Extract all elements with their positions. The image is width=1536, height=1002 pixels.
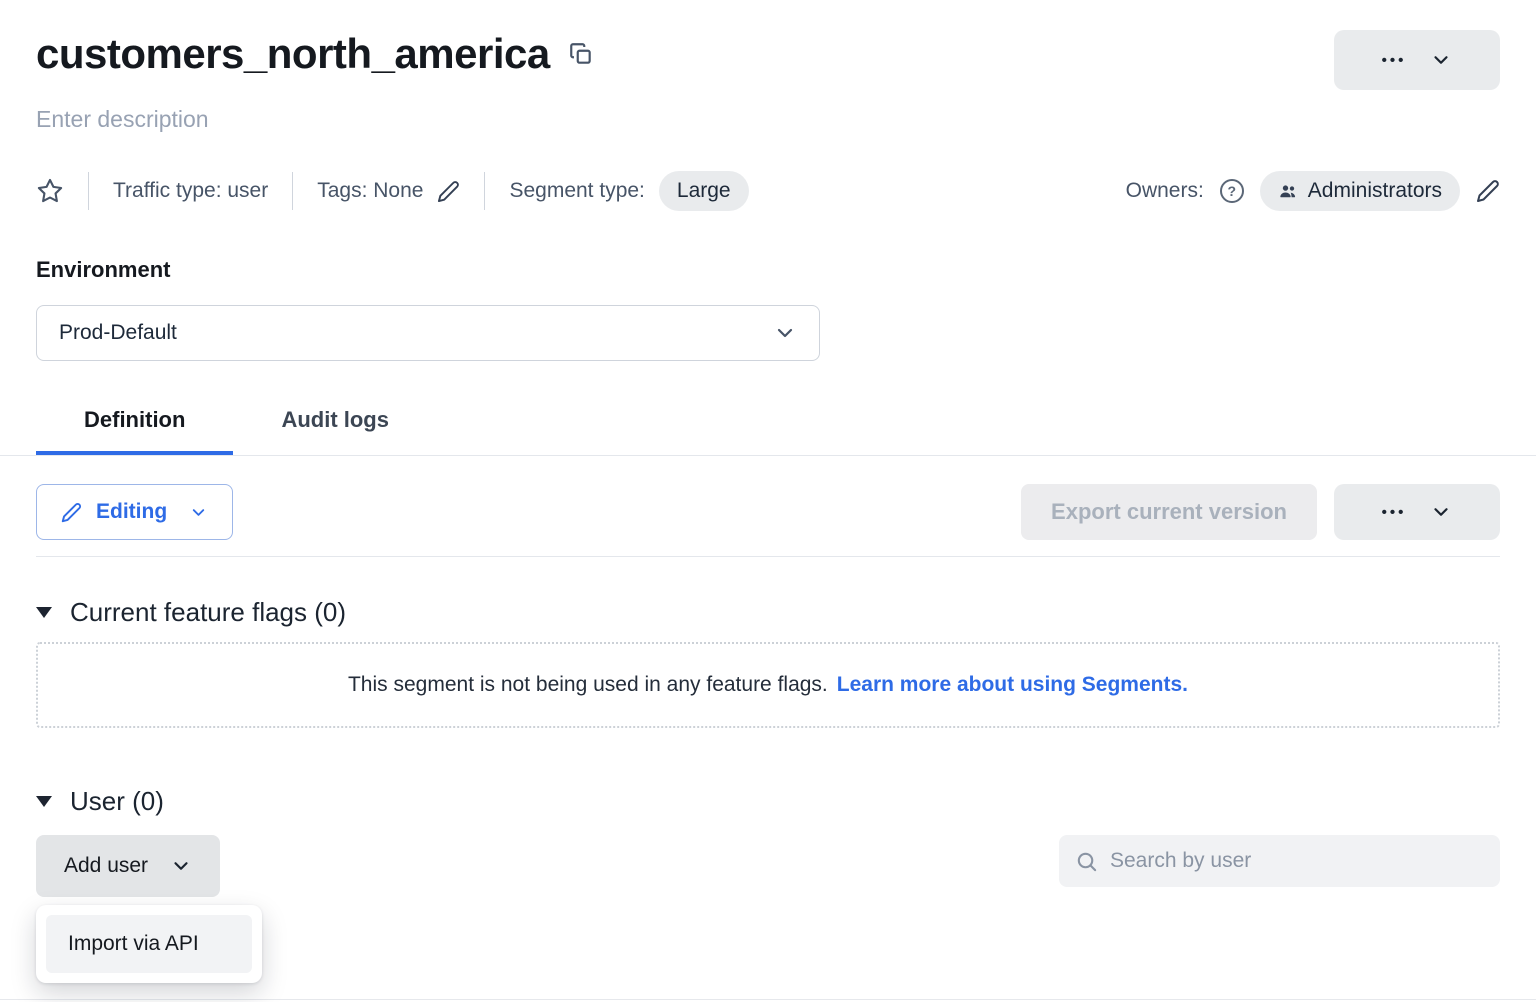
chevron-down-icon: [170, 855, 192, 877]
tags-label: Tags: None: [317, 179, 423, 203]
owners-badge[interactable]: Administrators: [1260, 171, 1460, 211]
meta-row: Traffic type: user Tags: None Segment ty…: [36, 169, 1500, 213]
divider: [484, 172, 485, 210]
search-by-user-input[interactable]: [1110, 849, 1484, 873]
toolbar-right: Export current version •••: [1021, 484, 1500, 540]
user-heading: User (0): [70, 786, 164, 817]
chevron-down-icon: [1430, 501, 1452, 523]
owners-group: Owners: ? Administrators: [1126, 171, 1500, 211]
page-title: customers_north_america: [36, 30, 550, 78]
page-header: customers_north_america •••: [36, 30, 1500, 90]
feature-flags-empty-state: This segment is not being used in any fe…: [36, 642, 1500, 728]
copy-icon[interactable]: [568, 41, 594, 67]
chevron-down-icon: [773, 321, 797, 345]
add-user-label: Add user: [64, 854, 148, 878]
help-icon[interactable]: ?: [1220, 179, 1244, 203]
bottom-divider: [0, 999, 1536, 1000]
owners-value: Administrators: [1308, 179, 1442, 203]
divider: [88, 172, 89, 210]
segment-page: customers_north_america ••• Enter descri…: [0, 0, 1536, 1002]
pencil-icon: [61, 502, 82, 523]
edit-owners-pencil-icon[interactable]: [1476, 179, 1500, 203]
segment-type: Segment type: Large: [509, 171, 748, 211]
description-placeholder[interactable]: Enter description: [36, 106, 1500, 133]
learn-more-link[interactable]: Learn more about using Segments.: [837, 673, 1188, 697]
chevron-down-icon: [1430, 49, 1452, 71]
segment-type-badge: Large: [659, 171, 749, 211]
definition-toolbar: Editing Export current version •••: [36, 484, 1500, 540]
ellipsis-icon: •••: [1382, 504, 1407, 521]
feature-flags-section-toggle[interactable]: Current feature flags (0): [36, 597, 1500, 628]
caret-down-icon: [36, 607, 52, 618]
search-icon: [1075, 850, 1098, 873]
add-user-wrap: Add user Import via API: [36, 835, 220, 897]
add-user-dropdown-menu: Import via API: [36, 905, 262, 983]
traffic-type: Traffic type: user: [113, 179, 268, 203]
user-section-toggle[interactable]: User (0): [36, 786, 1500, 817]
user-search-box: [1059, 835, 1500, 887]
feature-flags-heading: Current feature flags (0): [70, 597, 346, 628]
ellipsis-icon: •••: [1382, 52, 1407, 69]
editing-label: Editing: [96, 500, 167, 524]
segment-type-label: Segment type:: [509, 179, 644, 203]
divider: [292, 172, 293, 210]
menu-item-import-via-api[interactable]: Import via API: [46, 915, 252, 973]
environment-selected-value: Prod-Default: [59, 321, 177, 345]
empty-message: This segment is not being used in any fe…: [348, 673, 828, 697]
caret-down-icon: [36, 796, 52, 807]
editing-mode-button[interactable]: Editing: [36, 484, 233, 540]
section-divider: [36, 556, 1500, 557]
environment-select[interactable]: Prod-Default: [36, 305, 820, 361]
title-group: customers_north_america: [36, 30, 594, 78]
chevron-down-icon: [189, 503, 208, 522]
people-icon: [1278, 181, 1298, 201]
tab-definition[interactable]: Definition: [36, 401, 233, 455]
tab-bar: Definition Audit logs: [0, 401, 1536, 456]
header-more-button[interactable]: •••: [1334, 30, 1500, 90]
user-controls: Add user Import via API: [36, 835, 1500, 897]
favorite-star-icon[interactable]: [36, 177, 64, 205]
edit-tags-pencil-icon[interactable]: [437, 180, 460, 203]
export-current-version-button[interactable]: Export current version: [1021, 484, 1317, 540]
tab-audit-logs[interactable]: Audit logs: [233, 401, 437, 455]
definition-more-button[interactable]: •••: [1334, 484, 1500, 540]
add-user-button[interactable]: Add user: [36, 835, 220, 897]
tags: Tags: None: [317, 179, 460, 203]
environment-label: Environment: [36, 257, 1500, 283]
owners-label: Owners:: [1126, 179, 1204, 203]
